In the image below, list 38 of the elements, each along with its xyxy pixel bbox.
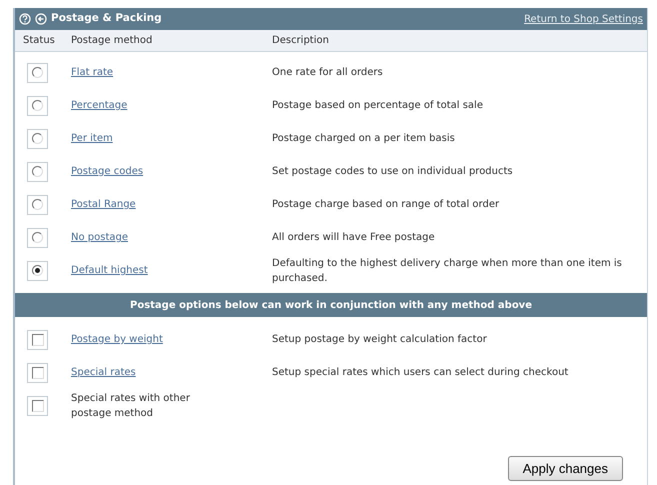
radio-button[interactable] <box>32 232 43 243</box>
method-link[interactable]: No postage <box>71 232 128 243</box>
method-description: Postage charged on a per item basis <box>272 133 455 144</box>
return-link[interactable]: Return to Shop Settings <box>524 12 643 26</box>
checkbox[interactable] <box>32 366 44 378</box>
radio-button[interactable] <box>32 199 43 210</box>
column-header: Status <box>22 34 56 48</box>
checkbox[interactable] <box>32 400 44 412</box>
method-description: Postage based on percentage of total sale <box>272 100 483 111</box>
method-description: One rate for all orders <box>272 67 383 78</box>
apply-button[interactable]: Apply changes <box>508 456 623 481</box>
method-link[interactable]: Per item <box>71 133 113 144</box>
checkbox[interactable] <box>32 334 44 346</box>
option-link[interactable]: Postage by weight <box>71 334 163 345</box>
panel-title: Postage & Packing <box>51 11 162 26</box>
help-icon[interactable] <box>19 13 31 25</box>
radio-button[interactable] <box>32 67 43 78</box>
option-link[interactable]: Special rates <box>71 367 136 378</box>
radio-button[interactable] <box>32 166 43 177</box>
method-link[interactable]: Postage codes <box>71 166 144 177</box>
option-description: Setup postage by weight calculation factor <box>272 334 487 345</box>
radio-button[interactable] <box>32 133 43 144</box>
back-icon[interactable] <box>35 13 47 25</box>
method-link[interactable]: Percentage <box>71 100 128 111</box>
section-header: Postage options below can work in conjunction with any method above <box>15 293 647 317</box>
method-link[interactable]: Postal Range <box>71 199 136 210</box>
radio-button[interactable] <box>32 100 43 111</box>
radio-button[interactable] <box>32 265 43 276</box>
method-link[interactable]: Default highest <box>71 265 148 276</box>
method-link[interactable]: Flat rate <box>71 67 114 78</box>
method-description: Postage charge based on range of total order <box>272 199 500 210</box>
method-description: Defaulting to the highest delivery charge when more than one item is purchased. <box>272 258 622 284</box>
method-description: Set postage codes to use on individual products <box>272 166 513 177</box>
column-header: Description <box>272 34 330 48</box>
option-label: Special rates with other postage method <box>71 392 190 418</box>
option-description: Setup special rates which users can select during checkout <box>272 367 568 378</box>
method-description: All orders will have Free postage <box>272 232 435 243</box>
column-header: Postage method <box>70 34 154 48</box>
